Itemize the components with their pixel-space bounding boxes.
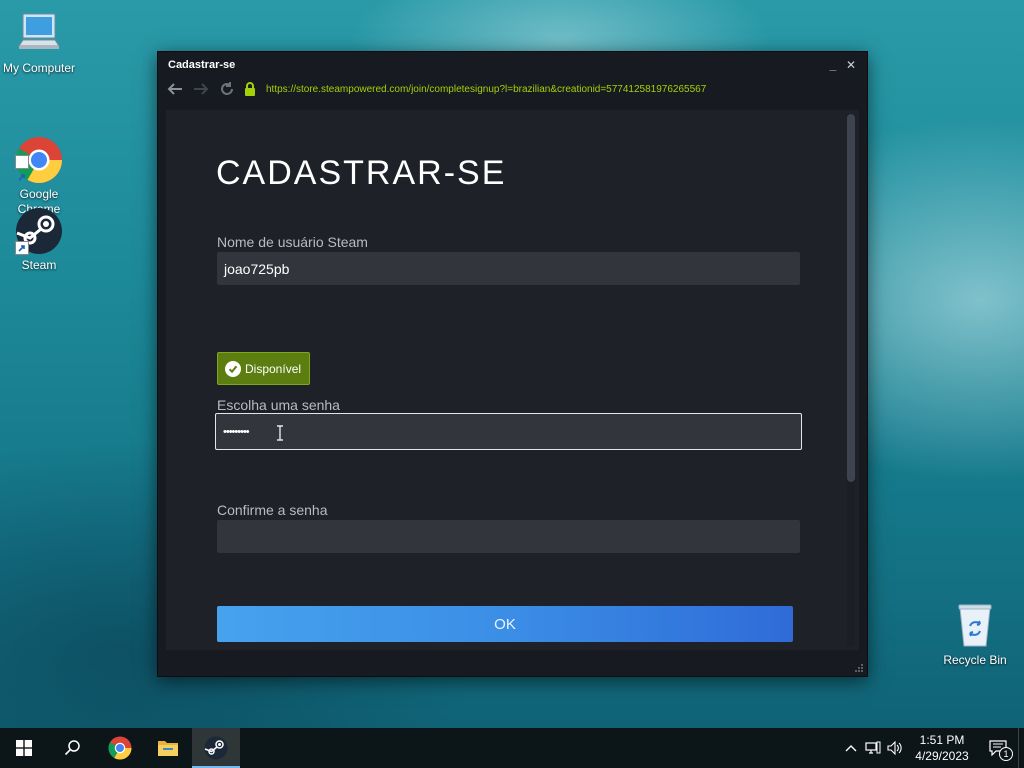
scrollbar[interactable] (847, 114, 855, 646)
browser-navbar: https://store.steampowered.com/join/comp… (158, 78, 867, 100)
start-button[interactable] (0, 728, 48, 768)
password-input[interactable]: ••••••••• (215, 413, 802, 450)
chrome-icon (108, 736, 132, 760)
desktop-icon-steam[interactable]: Steam (0, 207, 79, 273)
notification-center-button[interactable]: 1 (978, 728, 1018, 768)
volume-icon[interactable] (884, 728, 906, 768)
username-input[interactable]: joao725pb (217, 252, 800, 285)
confirm-password-input[interactable] (217, 520, 800, 553)
show-desktop-button[interactable] (1018, 728, 1024, 768)
window-titlebar[interactable]: Cadastrar-se _ ✕ (158, 52, 867, 78)
address-url[interactable]: https://store.steampowered.com/join/comp… (266, 84, 706, 95)
desktop-icon-google-chrome[interactable]: Google Chrome (0, 106, 79, 217)
chevron-up-icon (845, 745, 857, 752)
desktop-icon-recycle-bin[interactable]: Recycle Bin (935, 602, 1015, 668)
lock-icon (242, 80, 258, 98)
file-explorer-icon (158, 741, 178, 756)
show-hidden-icons-button[interactable] (840, 728, 862, 768)
password-label: Escolha uma senha (217, 397, 340, 413)
minimize-button[interactable]: _ (827, 59, 839, 71)
reload-icon[interactable] (216, 80, 238, 98)
desktop-icon-label: Recycle Bin (943, 653, 1007, 667)
search-button[interactable] (48, 728, 96, 768)
back-icon[interactable] (164, 80, 186, 98)
window-title: Cadastrar-se (168, 59, 236, 71)
text-cursor-icon (277, 425, 283, 441)
steam-icon (15, 207, 63, 255)
taskbar-file-explorer[interactable] (144, 728, 192, 768)
resize-grip-icon[interactable] (854, 663, 864, 673)
computer-icon (15, 10, 63, 58)
desktop-icon-label: My Computer (2, 61, 76, 75)
clock-date: 4/29/2023 (915, 749, 969, 763)
taskbar: 1:51 PM 4/29/2023 1 (0, 728, 1024, 768)
forward-icon[interactable] (190, 80, 212, 98)
check-circle-icon (225, 360, 241, 377)
clock-time: 1:51 PM (919, 733, 965, 747)
windows-icon (16, 740, 32, 756)
desktop-icon-my-computer[interactable]: My Computer (0, 10, 79, 76)
shortcut-arrow-icon (15, 241, 29, 255)
network-icon[interactable] (862, 728, 884, 768)
username-label: Nome de usuário Steam (217, 234, 368, 250)
system-tray: 1:51 PM 4/29/2023 1 (840, 728, 1024, 768)
signup-page: CADASTRAR-SE Nome de usuário Steam joao7… (166, 110, 859, 650)
steam-icon (204, 736, 228, 760)
taskbar-chrome[interactable] (96, 728, 144, 768)
taskbar-steam[interactable] (192, 728, 240, 768)
page-title: CADASTRAR-SE (216, 154, 507, 192)
availability-badge: Disponível (217, 352, 310, 385)
chrome-icon (15, 121, 63, 183)
confirm-password-label: Confirme a senha (217, 502, 328, 518)
scrollbar-thumb[interactable] (847, 114, 855, 482)
ok-button[interactable]: OK (217, 606, 793, 642)
recycle-bin-icon (951, 602, 999, 650)
notification-count-badge: 1 (999, 747, 1013, 761)
availability-text: Disponível (245, 361, 302, 376)
shortcut-arrow-icon (15, 155, 29, 181)
taskbar-clock[interactable]: 1:51 PM 4/29/2023 (906, 732, 978, 764)
steam-signup-window: Cadastrar-se _ ✕ https://store.steampowe… (157, 51, 868, 677)
close-button[interactable]: ✕ (845, 59, 857, 71)
desktop-icon-label: Steam (21, 258, 57, 272)
search-icon (64, 740, 80, 756)
